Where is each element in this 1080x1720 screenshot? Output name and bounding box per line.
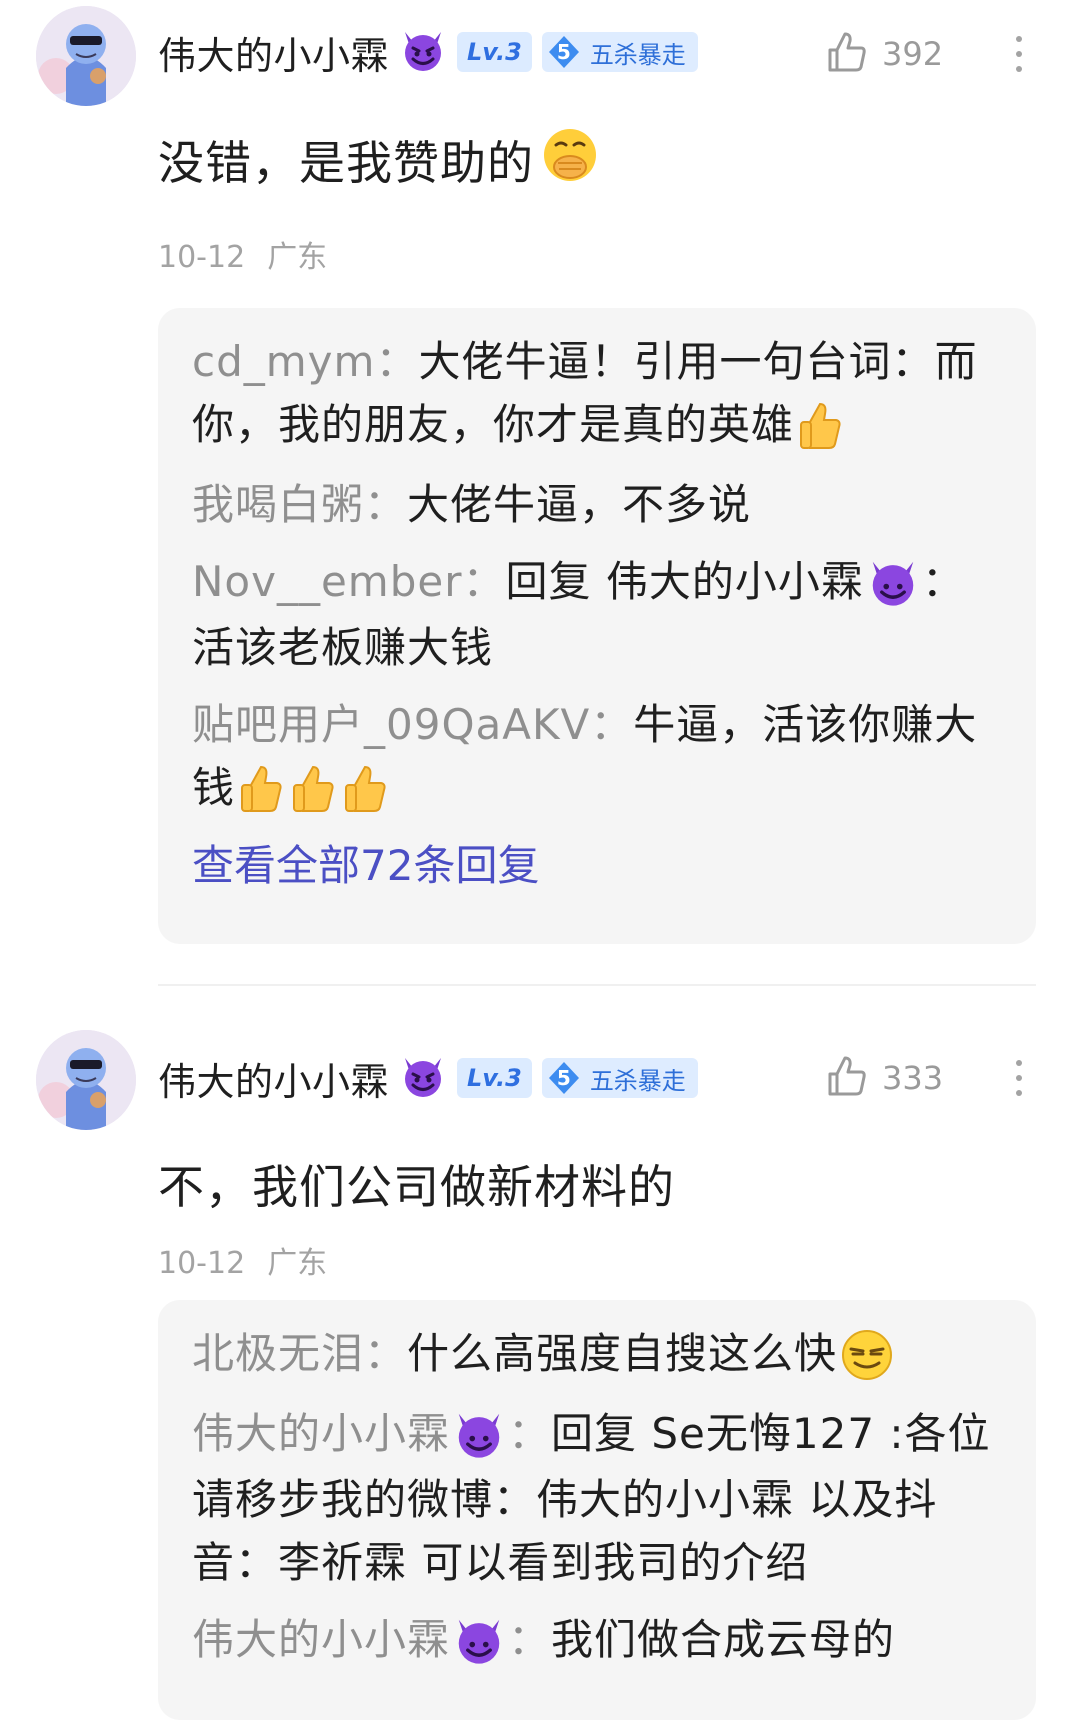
reply-text: 我们做合成云母的: [551, 1615, 896, 1664]
more-vertical-icon[interactable]: [1004, 1046, 1034, 1110]
replies-box: cd_mym：大佬牛逼！引用一句台词：而你，我的朋友，你才是真的英雄 我喝白粥：…: [158, 308, 1036, 944]
reply-text: 大佬牛逼，不多说: [407, 480, 752, 529]
reply-text: 什么高强度自搜这么快: [407, 1329, 838, 1378]
reply-item[interactable]: 北极无泪：什么高强度自搜这么快: [192, 1322, 1002, 1388]
comment-meta: 10-12 广东: [158, 232, 327, 276]
avatar[interactable]: [36, 6, 136, 106]
thumbs-up-emoji-icon: [796, 396, 844, 459]
title-level: 5: [556, 1066, 571, 1090]
comment-header: 伟大的小小霖 Lv.3 5 五杀暴走: [158, 1046, 698, 1110]
comment-date: 10-12: [158, 1246, 246, 1281]
reply-author[interactable]: cd_mym: [192, 337, 375, 386]
comment-text: 没错，是我赞助的: [158, 128, 600, 192]
title-level: 5: [556, 40, 571, 64]
thumbs-up-emoji-icon: [341, 759, 389, 822]
title-text: 五杀暴走: [589, 40, 686, 69]
level-badge[interactable]: Lv.3: [457, 1058, 532, 1098]
reply-item[interactable]: 伟大的小小霖 ：我们做合成云母的: [192, 1608, 1002, 1674]
username[interactable]: 伟大的小小霖: [158, 25, 389, 80]
face-hand-over-mouth-icon: [540, 125, 600, 196]
avatar[interactable]: [36, 1030, 136, 1130]
reply-item[interactable]: 我喝白粥：大佬牛逼，不多说: [192, 473, 1002, 536]
replies-box: 北极无泪：什么高强度自搜这么快 伟大的小小霖 ：回复 Se无悔127:各位请移…: [158, 1300, 1036, 1720]
reply-item[interactable]: 伟大的小小霖 ：回复 Se无悔127 :各位请移步我的微博：伟大的小小霖 以及抖…: [192, 1402, 1002, 1594]
like-count: 333: [882, 1059, 944, 1097]
smiling-devil-icon: [452, 1405, 506, 1468]
title-level-icon: 5: [546, 34, 582, 70]
like-button[interactable]: 333: [826, 1046, 943, 1110]
comment-location: 广东: [267, 1246, 328, 1281]
reply-text: 回复 伟大的小小霖: [505, 557, 864, 606]
comment-location: 广东: [267, 240, 328, 275]
thumbs-up-outline-icon: [826, 1054, 868, 1102]
smiling-devil-icon: [866, 553, 920, 616]
smirking-face-icon: [839, 1325, 895, 1388]
smiling-devil-icon: [452, 1611, 506, 1674]
reply-item[interactable]: 贴吧用户_09QaAKV：牛逼，活该你赚大钱: [192, 693, 1002, 822]
like-button[interactable]: 392: [826, 22, 943, 86]
title-badge[interactable]: 5 五杀暴走: [541, 32, 698, 72]
thumbs-up-outline-icon: [826, 30, 868, 78]
reply-author[interactable]: 伟大的小小霖: [192, 1409, 450, 1458]
reply-author[interactable]: 贴吧用户_09QaAKV: [192, 700, 590, 749]
reply-author[interactable]: 我喝白粥: [192, 480, 364, 529]
thumbs-up-emoji-icon: [289, 759, 337, 822]
reply-item[interactable]: cd_mym：大佬牛逼！引用一句台词：而你，我的朋友，你才是真的英雄: [192, 330, 1002, 459]
reply-author[interactable]: Nov__ember: [192, 557, 463, 606]
thumbs-up-emoji-icon: [237, 759, 285, 822]
divider: [158, 984, 1036, 986]
more-vertical-icon[interactable]: [1004, 22, 1034, 86]
reply-author[interactable]: 伟大的小小霖: [192, 1615, 450, 1664]
level-badge[interactable]: Lv.3: [457, 32, 532, 72]
smiling-devil-icon: [399, 1054, 447, 1102]
like-count: 392: [882, 35, 944, 73]
title-badge[interactable]: 5 五杀暴走: [541, 1058, 698, 1098]
comment-date: 10-12: [158, 240, 246, 275]
smiling-devil-icon: [399, 28, 447, 76]
title-level-icon: 5: [546, 1060, 582, 1096]
reply-author[interactable]: 北极无泪: [192, 1329, 364, 1378]
comment-meta: 10-12 广东: [158, 1238, 327, 1282]
comment-header: 伟大的小小霖 Lv.3 5 五杀暴走: [158, 20, 698, 84]
username[interactable]: 伟大的小小霖: [158, 1051, 389, 1106]
view-all-replies-link[interactable]: 查看全部72条回复: [192, 836, 1002, 896]
comment-text: 不，我们公司做新材料的: [158, 1160, 675, 1214]
title-text: 五杀暴走: [589, 1066, 686, 1095]
reply-item[interactable]: Nov__ember：回复 伟大的小小霖 ：活该老板赚大钱: [192, 550, 1002, 679]
